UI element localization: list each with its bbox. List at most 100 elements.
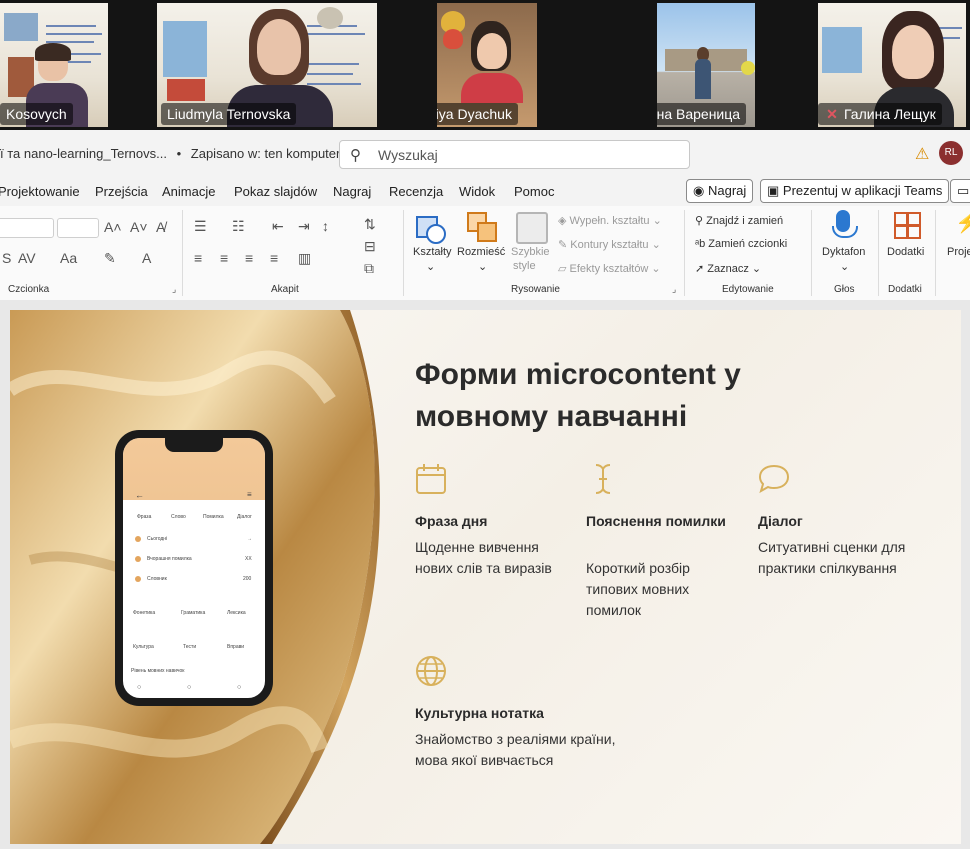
globe-icon [416,656,446,686]
tab-transitions[interactable]: Przejścia [95,184,148,199]
smartart-icon[interactable]: ⧉ [364,260,374,277]
shapes-button[interactable]: Kształty [413,246,452,258]
slide-title[interactable]: Форми microcontent у мовному навчанні [415,354,835,438]
tab-design[interactable]: Projektowanie [0,184,80,199]
find-replace-button[interactable]: ⚲ Znajdź i zamień [695,214,783,227]
feature-title[interactable]: Культурна нотатка [415,705,544,721]
align-left-icon[interactable]: ≡ [194,250,202,266]
search-icon: ⚲ [695,215,707,227]
addins-icon[interactable] [894,212,921,239]
tab-slideshow[interactable]: Pokaz slajdów [234,184,317,199]
arrange-icon[interactable] [467,212,497,242]
designer-icon[interactable]: ⚡ [955,210,970,235]
shadow-icon[interactable]: S [2,250,11,266]
avatar[interactable]: RL [939,141,963,165]
font-size-combo[interactable] [57,218,99,238]
quick-styles-icon[interactable] [516,212,548,244]
teams-icon: ▣ [767,183,783,198]
shape-outline-button[interactable]: ✎ Kontury kształtu ⌄ [558,238,661,251]
decrease-indent-icon[interactable]: ⇤ [272,218,284,235]
tab-animations[interactable]: Animacje [162,184,215,199]
replace-fonts-button[interactable]: ᵃb Zamień czcionki [695,238,787,250]
record-icon: ◉ [693,183,708,198]
tab-review[interactable]: Recenzja [389,184,443,199]
search-input[interactable]: ⚲ Wyszukaj [339,140,690,169]
increase-indent-icon[interactable]: ⇥ [298,218,310,235]
group-label-font: Czcionka [8,284,50,295]
tab-view[interactable]: Widok [459,184,495,199]
feature-title[interactable]: Пояснення помилки [586,513,726,529]
phone-header: Фраза [137,514,152,520]
participant-tile[interactable]: ✕ Галина Лещук [818,3,966,127]
participant-name: ✕Жанна Вареница [657,103,747,125]
line-spacing-icon[interactable]: ↕ [322,218,329,234]
char-spacing-icon[interactable]: AV [18,250,36,266]
participant-tile[interactable]: ✕Жанна Вареница [657,3,755,127]
tab-help[interactable]: Pomoc [514,184,554,199]
search-icon: ⚲ [350,147,361,164]
align-right-icon[interactable]: ≡ [245,250,253,266]
paint-bucket-icon: ◈ [558,215,570,227]
group-label-drawing: Rysowanie [511,284,560,295]
select-button[interactable]: ➚ Zaznacz ⌄ [695,262,761,275]
feature-description[interactable]: Ситуативні сценки для практики спілкуван… [758,537,938,579]
replace-icon: ᵃb [695,238,709,250]
feature-title[interactable]: Діалог [758,513,803,529]
participant-tile[interactable]: ✕Nataliya Dyachuk [437,3,537,127]
phone-mockup-image: ← ≡ Фраза Слово Помилка Діалог Сьогодні … [115,430,273,706]
numbering-icon[interactable]: ☷ [232,218,245,235]
speech-bubble-icon [758,464,790,494]
dialog-launcher-icon[interactable]: ⌟ [172,284,176,295]
document-title[interactable]: ï та nano-learning_Ternovs... • Zapisan… [0,146,355,162]
chevron-down-icon: ⌄ [478,261,488,273]
phone-grid-item: Фонетика [133,610,156,616]
menu-icon: ≡ [247,490,252,499]
feature-title[interactable]: Фраза дня [415,513,487,529]
addins-button[interactable]: Dodatki [887,246,924,258]
cursor-icon: ➚ [695,263,708,275]
feature-description[interactable]: Знайомство з реаліями країни, мова якої … [415,729,625,771]
shrink-font-icon[interactable]: A˅ [130,219,148,235]
font-color-icon[interactable]: A [142,250,151,266]
shapes-icon[interactable] [416,212,446,244]
font-name-combo[interactable] [0,218,54,238]
quick-styles-label: Szybkie [511,246,550,258]
phone-grid-item: Тести [183,644,197,650]
change-case-icon[interactable]: Aa [60,250,77,266]
ribbon: A˄ A˅ A̸ S AV Aa ✎ A Czcionka ⌟ ☰ ☷ ⇤ ⇥ … [0,206,970,301]
bullets-icon[interactable]: ☰ [194,218,207,235]
phone-header: Слово [171,514,186,520]
participant-tile[interactable]: Kosovych [0,3,108,127]
grow-font-icon[interactable]: A˄ [104,219,122,235]
circle-icon: ○ [137,684,142,691]
shape-effects-button[interactable]: ▱ Efekty kształtów ⌄ [558,262,661,275]
shape-fill-button[interactable]: ◈ Wypełn. kształtu ⌄ [558,214,662,227]
warning-icon[interactable]: ⚠ [915,144,929,164]
align-center-icon[interactable]: ≡ [220,250,228,266]
group-label-paragraph: Akapit [271,284,299,295]
tab-record[interactable]: Nagraj [333,184,371,199]
highlight-icon[interactable]: ✎ [104,250,116,267]
phone-row-label: Словник [147,576,167,582]
comments-button[interactable]: ▭ [950,179,970,203]
columns-icon[interactable]: ▥ [298,250,311,267]
text-direction-icon[interactable]: ⇅ [364,216,376,233]
feature-description[interactable]: Щоденне вивчення нових слів та виразів [415,537,575,579]
record-button[interactable]: ◉ Nagraj [686,179,754,203]
align-text-icon[interactable]: ⊟ [364,238,376,255]
clear-format-icon[interactable]: A̸ [156,219,165,235]
slide[interactable]: ← ≡ Фраза Слово Помилка Діалог Сьогодні … [10,310,961,844]
participant-tile-active[interactable]: Liudmyla Ternovska [157,3,377,127]
circle-icon: ○ [237,684,242,691]
arrange-button[interactable]: Rozmieść [457,246,505,258]
designer-button[interactable]: Proje [947,246,970,258]
feature-description[interactable]: Короткий розбір типових мовних помилок [586,558,716,621]
participant-name: ✕ Галина Лещук [818,103,942,125]
justify-icon[interactable]: ≡ [270,250,278,266]
dialog-launcher-icon[interactable]: ⌟ [672,284,676,295]
phone-row-label: Вчорашня помилка [147,556,192,562]
phone-grid-item: Культура [133,644,154,650]
dictate-button[interactable]: Dyktafon [822,246,865,258]
phone-header: Помилка [203,514,224,520]
present-in-teams-button[interactable]: ▣ Prezentuj w aplikacji Teams [760,179,950,203]
